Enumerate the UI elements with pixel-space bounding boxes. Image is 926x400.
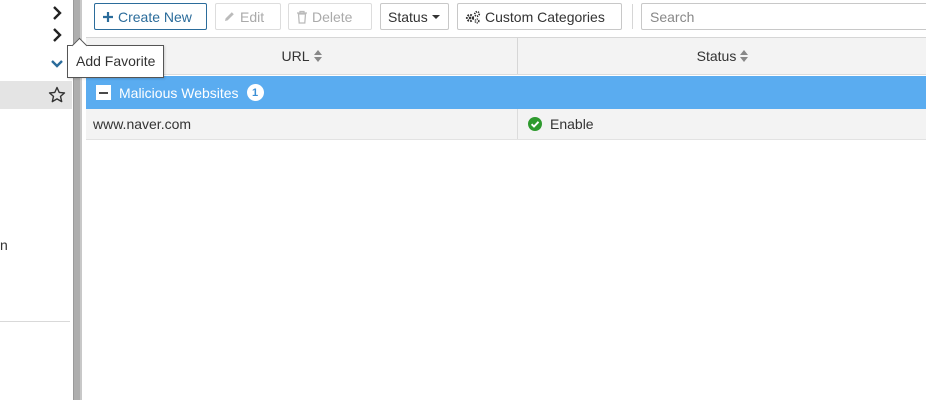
check-circle-icon bbox=[528, 117, 542, 131]
plus-icon bbox=[103, 11, 113, 22]
sort-icon bbox=[313, 50, 322, 62]
sort-icon bbox=[740, 50, 749, 62]
status-dropdown-label: Status bbox=[388, 8, 428, 25]
trash-icon bbox=[297, 10, 307, 24]
custom-categories-label: Custom Categories bbox=[485, 8, 605, 25]
sidebar-divider bbox=[0, 321, 70, 322]
column-header-status-label: Status bbox=[696, 48, 737, 64]
url-cell: www.naver.com bbox=[86, 109, 518, 139]
status-cell: Enable bbox=[519, 109, 926, 139]
delete-label: Delete bbox=[312, 8, 353, 25]
sidebar-item-active[interactable] bbox=[0, 81, 72, 109]
chevron-down-icon bbox=[51, 60, 63, 68]
gears-icon bbox=[465, 10, 481, 24]
status-dropdown[interactable]: Status bbox=[380, 3, 449, 30]
toolbar-divider bbox=[632, 4, 633, 29]
star-icon[interactable] bbox=[48, 86, 66, 104]
search-input[interactable] bbox=[641, 3, 926, 30]
sidebar: n bbox=[0, 0, 72, 400]
edit-button[interactable]: Edit bbox=[215, 3, 281, 30]
create-new-label: Create New bbox=[118, 8, 192, 25]
create-new-button[interactable]: Create New bbox=[94, 3, 207, 30]
caret-down-icon bbox=[431, 14, 440, 19]
table-row[interactable]: www.naver.com Enable bbox=[86, 109, 926, 140]
delete-button[interactable]: Delete bbox=[288, 3, 372, 30]
custom-categories-button[interactable]: Custom Categories bbox=[457, 3, 622, 30]
chevron-right-icon bbox=[53, 28, 62, 42]
table-header: URL Status bbox=[86, 38, 926, 75]
pencil-icon bbox=[225, 12, 234, 21]
url-filter-table: URL Status Malicious Websites 1 www.nave… bbox=[86, 37, 926, 400]
group-name: Malicious Websites bbox=[119, 84, 239, 101]
column-header-url-label: URL bbox=[281, 48, 310, 64]
group-count-badge: 1 bbox=[246, 84, 264, 101]
collapse-icon[interactable] bbox=[96, 85, 111, 100]
toolbar: Create New Edit Delete Status Custom Cat… bbox=[86, 0, 926, 36]
edit-label: Edit bbox=[240, 8, 265, 25]
add-favorite-tooltip: Add Favorite bbox=[67, 45, 165, 78]
sidebar-item-3[interactable] bbox=[0, 51, 72, 79]
sidebar-partial-label[interactable]: n bbox=[0, 237, 8, 253]
column-header-status[interactable]: Status bbox=[519, 38, 926, 74]
group-row[interactable]: Malicious Websites 1 bbox=[86, 76, 926, 109]
chevron-right-icon bbox=[53, 6, 62, 20]
status-label: Enable bbox=[550, 116, 594, 132]
sidebar-item-2[interactable] bbox=[0, 22, 72, 50]
